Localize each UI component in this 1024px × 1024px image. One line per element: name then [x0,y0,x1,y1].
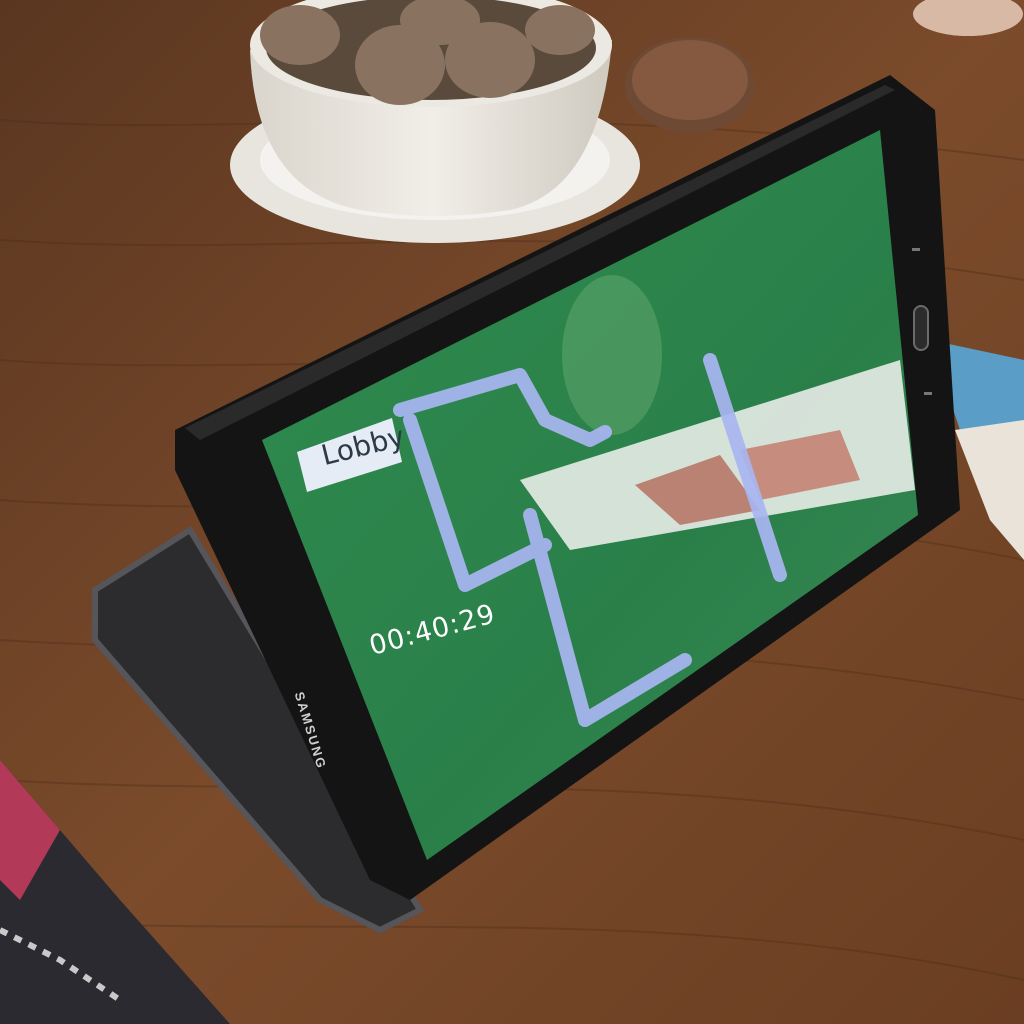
photo-scene [0,0,1024,1024]
home-button [913,305,929,351]
bottle [562,275,662,435]
plant-bowl [230,0,640,243]
